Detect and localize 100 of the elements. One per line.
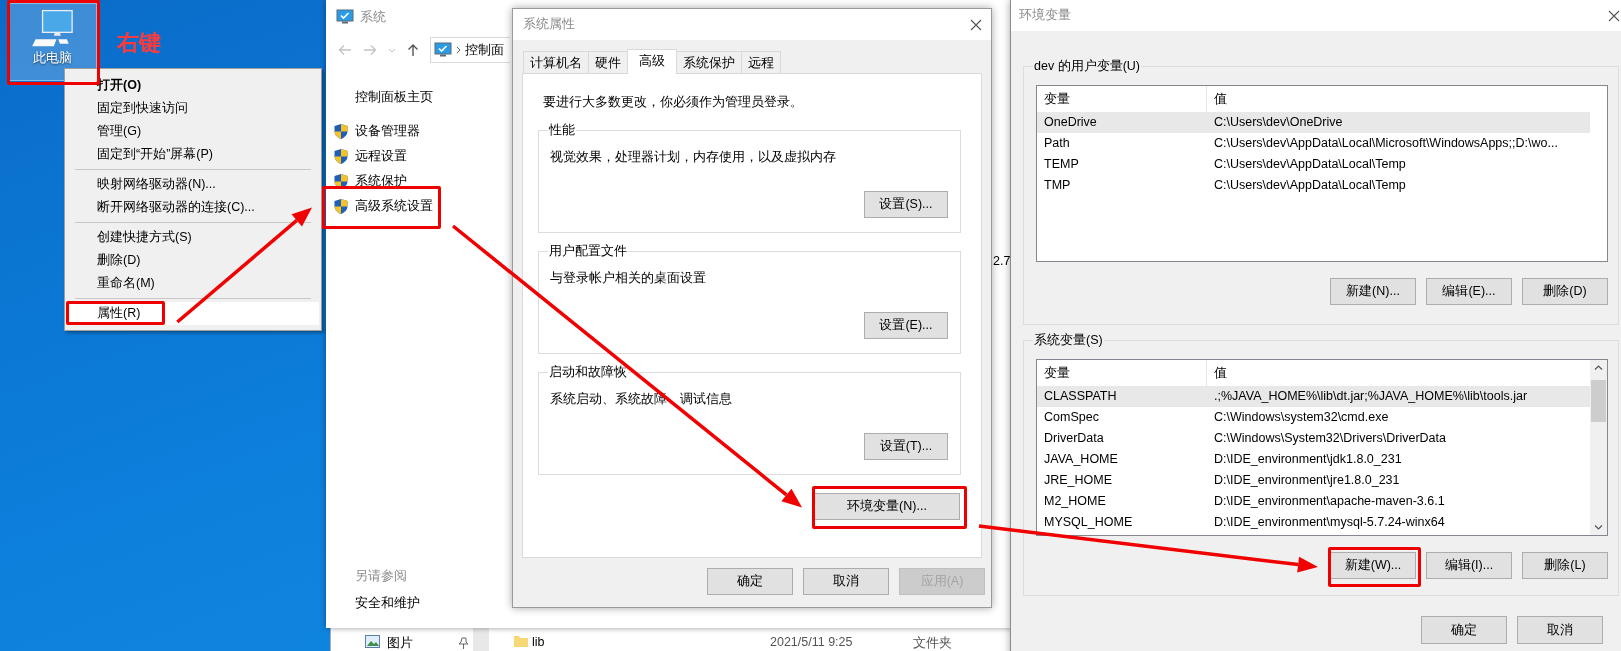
table-cell-text: D:\IDE_environment\jdk1.8.0_231 (1213, 451, 1402, 468)
table-cell-text: ComSpec (1043, 409, 1100, 426)
button[interactable]: 新建(N)... (1330, 278, 1416, 305)
address-bar[interactable]: 控制面 (430, 37, 510, 63)
menu-item[interactable]: 固定到快速访问 (67, 97, 319, 120)
menu-item[interactable]: 映射网络驱动器(N)... (67, 173, 319, 196)
button[interactable]: 取消 (1517, 616, 1603, 644)
table-cell-text: CLASSPATH (1043, 388, 1118, 405)
table-cell-text: DriverData (1043, 430, 1105, 447)
table-row[interactable]: ComSpec C:\Windows\system32\cmd.exe (1037, 407, 1590, 428)
pin-icon[interactable] (458, 637, 469, 649)
button[interactable]: 确定 (1421, 616, 1507, 644)
group-title: 性能 (548, 122, 576, 139)
variable-list[interactable]: 变量 值 OneDrive C:\Users\dev\OneDrive Path C:\Users\dev\AppData\Local\Microsoft\WindowsApps;;D:\wo... TEMP C:\Users\dev\AppData\Local\Temp TMP C:\Users\dev\AppData\Local\Temp (1036, 85, 1608, 262)
table-cell-text: TMP (1043, 177, 1072, 194)
menu-item[interactable]: 重命名(M) (67, 272, 319, 295)
task-link[interactable]: 高级系统设置 (326, 194, 433, 219)
table-cell-text: M2_HOME (1043, 493, 1107, 510)
task-link[interactable]: 设备管理器 (326, 119, 420, 144)
picture-icon (365, 635, 380, 648)
group-description: 与登录帐户相关的桌面设置 (550, 270, 706, 286)
file-date: 2021/5/11 9:25 (770, 635, 854, 649)
task-link[interactable]: 远程设置 (326, 144, 407, 169)
button[interactable]: 设置(T)... (864, 433, 948, 460)
chevron-icon[interactable] (456, 46, 461, 54)
file-name[interactable]: lib (532, 635, 770, 649)
scrollbar[interactable] (1590, 360, 1607, 535)
menu-item[interactable]: 断开网络驱动器的连接(C)... (67, 196, 319, 219)
table-row[interactable]: OneDrive C:\Users\dev\OneDrive (1037, 112, 1590, 133)
folder-icon (514, 635, 528, 647)
column-header[interactable]: 值 (1207, 360, 1227, 386)
column-header[interactable]: 值 (1207, 86, 1227, 112)
tab[interactable]: 高级 (627, 49, 677, 74)
button[interactable]: 删除(L) (1522, 552, 1608, 579)
table-cell-text: OneDrive (1043, 114, 1098, 131)
table-cell-text: C:\Windows\system32\cmd.exe (1213, 409, 1389, 426)
file-type: 文件夹 (913, 635, 952, 651)
up-arrow-icon[interactable] (407, 43, 419, 57)
table-row[interactable]: DriverData C:\Windows\System32\Drivers\DriverData (1037, 428, 1590, 449)
table-cell-text: C:\Windows\System32\Drivers\DriverData (1213, 430, 1446, 447)
window-title: 系统 (360, 8, 386, 26)
table-cell-text: D:\IDE_environment\mysql-5.7.24-winx64 (1213, 514, 1445, 531)
group-title: 系统变量(S) (1033, 332, 1104, 349)
table-row[interactable]: M2_HOME D:\IDE_environment\apache-maven-3.6.1 (1037, 491, 1590, 512)
tab[interactable]: 计算机名 (523, 51, 589, 73)
button[interactable]: 环境变量(N)... (814, 493, 960, 520)
group-title: 用户配置文件 (548, 243, 628, 260)
menu-item[interactable]: 固定到“开始”屏幕(P) (67, 143, 319, 166)
table-row[interactable]: Path C:\Users\dev\AppData\Local\Microsoft\WindowsApps;;D:\wo... (1037, 133, 1590, 154)
notice-text: 要进行大多数更改，你必须作为管理员登录。 (542, 94, 804, 110)
group-title: 启动和故障恢 (548, 364, 628, 381)
table-cell-text: D:\IDE_environment\jre1.8.0_231 (1213, 472, 1400, 489)
close-icon[interactable] (970, 18, 982, 31)
button[interactable]: 设置(E)... (864, 312, 948, 339)
info-text: 2.7 (993, 254, 1011, 268)
table-cell-text: C:\Users\dev\AppData\Local\Temp (1213, 177, 1406, 194)
breadcrumb[interactable]: 控制面 (465, 41, 504, 59)
table-cell-text: JRE_HOME (1043, 472, 1114, 489)
computer-icon (336, 9, 354, 25)
home-link[interactable]: 控制面板主页 (326, 90, 433, 104)
table-row[interactable]: JAVA_HOME D:\IDE_environment\jdk1.8.0_231 (1037, 449, 1590, 470)
variable-list[interactable] (1036, 359, 1608, 536)
close-icon[interactable] (1608, 9, 1620, 22)
table-cell-text: C:\Users\dev\AppData\Local\Microsoft\WindowsApps;;D:\wo... (1213, 135, 1558, 152)
nav-item[interactable]: 图片 (387, 635, 413, 651)
table-row[interactable]: JRE_HOME D:\IDE_environment\jre1.8.0_231 (1037, 470, 1590, 491)
table-cell-text: D:\IDE_environment\apache-maven-3.6.1 (1213, 493, 1445, 510)
group-title: dev 的用户变量(U) (1033, 58, 1141, 75)
table-row[interactable]: TMP C:\Users\dev\AppData\Local\Temp (1037, 175, 1590, 196)
section-heading: 另请参阅 (355, 568, 407, 585)
menu-item[interactable]: 管理(G) (67, 120, 319, 143)
tab[interactable]: 远程 (741, 51, 781, 73)
table-row[interactable]: CLASSPATH .;%JAVA_HOME%\lib\dt.jar;%JAVA_HOME%\lib\tools.jar (1037, 386, 1590, 407)
menu-item[interactable]: 删除(D) (67, 249, 319, 272)
dialog-title: 环境变量 (1019, 7, 1071, 24)
dialog-title: 系统属性 (523, 16, 575, 33)
table-cell-text: .;%JAVA_HOME%\lib\dt.jar;%JAVA_HOME%\lib\tools.jar (1213, 388, 1528, 405)
related-link[interactable]: 安全和维护 (355, 595, 420, 612)
scroll-up-icon[interactable] (1594, 365, 1603, 370)
table-cell-text: MYSQL_HOME (1043, 514, 1134, 531)
scrollbar[interactable] (473, 628, 489, 651)
button[interactable]: 编辑(E)... (1426, 278, 1512, 305)
table-row[interactable]: MYSQL_HOME D:\IDE_environment\mysql-5.7.24-winx64 (1037, 512, 1590, 533)
menu-item[interactable]: 创建快捷方式(S) (67, 226, 319, 249)
shield-icon (333, 123, 349, 140)
table-row[interactable]: TEMP C:\Users\dev\AppData\Local\Temp (1037, 154, 1590, 175)
annotation-text: 右键 (117, 29, 161, 57)
computer-icon (434, 42, 452, 58)
button[interactable]: 取消 (803, 568, 889, 595)
group-description: 调试信息 (680, 391, 732, 407)
scroll-down-icon[interactable] (1594, 525, 1603, 530)
button[interactable]: 编辑(I)... (1426, 552, 1512, 579)
table-cell-text: C:\Users\dev\AppData\Local\Temp (1213, 156, 1406, 173)
table-cell-text: C:\Users\dev\OneDrive (1213, 114, 1343, 131)
button[interactable]: 新建(W)... (1330, 552, 1416, 579)
scroll-thumb[interactable] (1591, 380, 1606, 422)
button[interactable]: 删除(D) (1522, 278, 1608, 305)
shield-icon (333, 148, 349, 165)
button[interactable]: 确定 (707, 568, 793, 595)
button[interactable]: 设置(S)... (864, 191, 948, 218)
